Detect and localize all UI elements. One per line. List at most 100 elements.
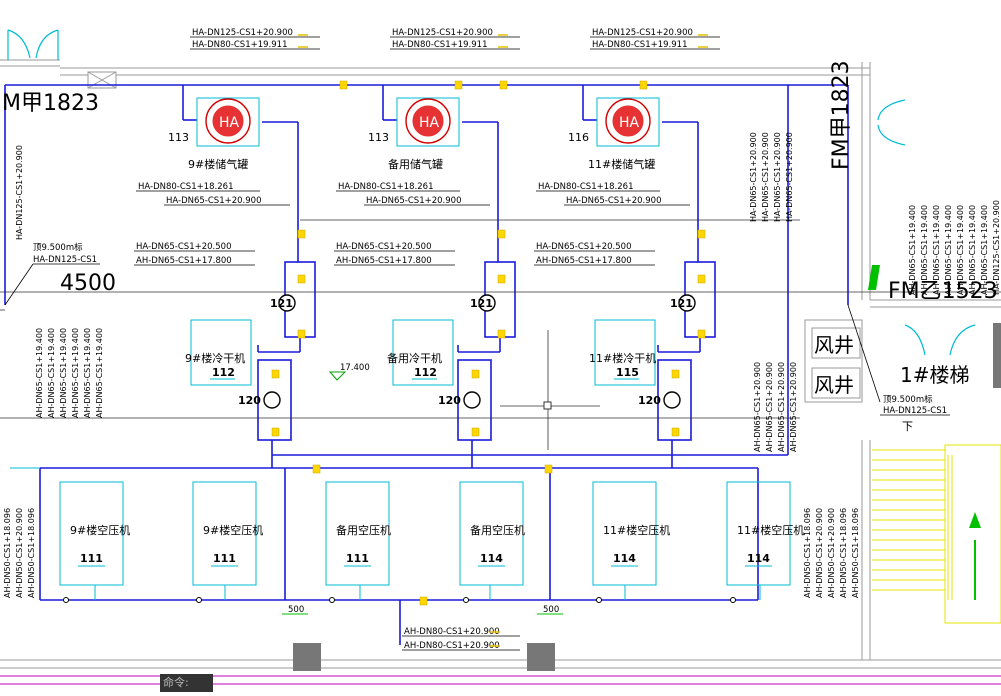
right-bottom-vertical-pipe-label: AH-DN50-CS1+20.900 — [827, 508, 836, 598]
stair-label: 1#楼梯 — [900, 363, 969, 387]
header-label-2: HA-DN80-CS1+19.911 — [392, 40, 487, 50]
pipe-fitting-icon — [419, 596, 428, 606]
pipe-fitting-icon — [271, 427, 280, 437]
dryer-group: 9#楼冷干机112备用冷干机11211#楼冷干机115 — [185, 319, 656, 386]
mid-vertical-pipe-label-low-wrap: AH-DN65-CS1+20.900 — [777, 362, 786, 452]
shaft-label-2: 风井 — [814, 373, 854, 397]
mid-vertical-pipe-label-top: HA-DN65-CS1+20.900 — [749, 132, 758, 222]
valve-icon — [196, 597, 202, 603]
pipe-fitting-icon — [671, 369, 680, 379]
header-label-2: HA-DN80-CS1+19.911 — [592, 40, 687, 50]
left-vertical-pipe-label: AH-DN65-CS1+19.400 — [71, 328, 80, 418]
valve-icon — [463, 597, 469, 603]
left-bottom-vertical-pipe-label-wrap: AH-DN50-CS1+18.096 — [3, 508, 12, 598]
compressor-code: 111 — [80, 552, 103, 565]
left-vertical-pipe-label-wrap: AH-DN65-CS1+19.400 — [83, 328, 92, 418]
stair-arrow-icon — [969, 512, 981, 528]
filter-code-2: 120 — [438, 394, 461, 407]
mid-vertical-pipe-label-low: AH-DN65-CS1+20.900 — [789, 362, 798, 452]
right-bottom-vertical-pipe-label: AH-DN50-CS1+18.096 — [851, 508, 860, 598]
tank-code: 116 — [568, 131, 589, 144]
right-bottom-vertical-pipe-label-wrap: AH-DN50-CS1+18.096 — [851, 508, 860, 598]
filter-code-2: 120 — [238, 394, 261, 407]
valve-icon — [730, 597, 736, 603]
tank-symbol: HA — [219, 115, 240, 131]
valve-icon — [329, 597, 335, 603]
filter-icon — [263, 391, 281, 409]
mid-vertical-pipe-label-low: AH-DN65-CS1+20.900 — [777, 362, 786, 452]
elevation-pipe-left: HA-DN125-CS1 — [33, 255, 97, 265]
dryer-name: 备用冷干机 — [387, 351, 442, 365]
piping-diagram: HA 113 9#楼储气罐 HA 113 备用储气罐 HA 116 11#楼储气罐 9#楼冷干机… — [0, 28, 1001, 685]
stair-steps — [872, 444, 1001, 624]
filter-code: 121 — [670, 297, 693, 310]
compressor-name: 11#楼空压机 — [737, 523, 804, 537]
left-vertical-pipe-label: AH-DN65-CS1+19.400 — [95, 328, 104, 418]
elevation-pipe-right: HA-DN125-CS1 — [883, 406, 947, 416]
command-line[interactable]: 命令: — [160, 674, 213, 692]
door-label-right2: FM乙1523 — [888, 279, 998, 304]
dryer-name: 9#楼冷干机 — [185, 351, 245, 365]
elevation-vertical-left: HA-DN125-CS1+20.900 — [15, 145, 24, 240]
pipe-fitting-icon — [697, 329, 706, 339]
tank-group: HA 113 9#楼储气罐 HA 113 备用储气罐 HA 116 11#楼储气罐 — [168, 97, 660, 171]
dryer-code: 112 — [212, 366, 235, 379]
mid-vertical-pipe-label-top: HA-DN65-CS1+20.900 — [785, 132, 794, 222]
svg-text:500: 500 — [543, 605, 559, 615]
right-bottom-vertical-pipe-label: AH-DN50-CS1+18.096 — [839, 508, 848, 598]
tank-name: 备用储气罐 — [388, 157, 443, 171]
right-bottom-vertical-pipe-label: AH-DN50-CS1+18.096 — [803, 508, 812, 598]
stair-down-label: 下 — [902, 420, 913, 433]
valve-icon — [596, 597, 602, 603]
pipe-fitting-icon — [297, 329, 306, 339]
tank-pipe-label-1: HA-DN80-CS1+18.261 — [338, 182, 433, 192]
pipe-fitting-icon — [671, 427, 680, 437]
compressor-name: 9#楼空压机 — [203, 523, 263, 537]
dryer-pipe-label-2: AH-DN65-CS1+17.800 — [336, 256, 432, 266]
svg-text:500: 500 — [288, 605, 304, 615]
left-bottom-vertical-pipe-label-wrap: AH-DN50-CS1+20.900 — [15, 508, 24, 598]
right-bottom-vertical-pipe-label-wrap: AH-DN50-CS1+18.096 — [839, 508, 848, 598]
mid-vertical-pipe-label-top: HA-DN65-CS1+20.900 — [773, 132, 782, 222]
mid-vertical-pipe-label-low-wrap: AH-DN65-CS1+20.900 — [789, 362, 798, 452]
mid-vertical-pipe-label-low-wrap: AH-DN65-CS1+20.900 — [753, 362, 762, 452]
pipe-fitting-icon — [471, 427, 480, 437]
cad-drawing-canvas[interactable]: HA 113 9#楼储气罐 HA 113 备用储气罐 HA 116 11#楼储气罐 9#楼冷干机… — [0, 0, 1001, 692]
bottom-pipe-label-1: AH-DN80-CS1+20.900 — [404, 627, 500, 637]
dimension-500-right: 500 — [537, 605, 563, 615]
compressor-name: 11#楼空压机 — [603, 523, 670, 537]
left-vertical-pipe-label-wrap: AH-DN65-CS1+19.400 — [95, 328, 104, 418]
dryer-pipe-label-2: AH-DN65-CS1+17.800 — [136, 256, 232, 266]
dryer-pipe-label-1: HA-DN65-CS1+20.500 — [336, 242, 431, 252]
pipe-fitting-icon — [499, 80, 508, 90]
mid-vertical-pipe-label-top-wrap: HA-DN65-CS1+20.900 — [773, 132, 782, 222]
mid-vertical-pipe-label-top-wrap: HA-DN65-CS1+20.900 — [761, 132, 770, 222]
filter-code-2: 120 — [638, 394, 661, 407]
pipe-fitting-icon — [271, 369, 280, 379]
dimension-500-left: 500 — [282, 605, 308, 615]
dryer-code: 115 — [616, 366, 639, 379]
tank-pipe-label-2: HA-DN65-CS1+20.900 — [366, 196, 461, 206]
mid-vertical-pipe-label-top-wrap: HA-DN65-CS1+20.900 — [749, 132, 758, 222]
ucs-marker — [543, 401, 552, 410]
compressor-code: 114 — [480, 552, 503, 565]
tank-pipe-label-2: HA-DN65-CS1+20.900 — [566, 196, 661, 206]
mid-vertical-pipe-label-low: AH-DN65-CS1+20.900 — [765, 362, 774, 452]
left-vertical-pipe-label-wrap: AH-DN65-CS1+19.400 — [71, 328, 80, 418]
dryer-pipe-label-1: HA-DN65-CS1+20.500 — [136, 242, 231, 252]
filter-code: 121 — [470, 297, 493, 310]
header-label-2: HA-DN80-CS1+19.911 — [192, 40, 287, 50]
pipe-fitting-icon — [297, 229, 306, 239]
compressor-code: 111 — [213, 552, 236, 565]
pipe-fitting-icon — [297, 274, 306, 284]
left-vertical-pipe-label: AH-DN65-CS1+19.400 — [35, 328, 44, 418]
shaft-label-1: 风井 — [814, 333, 854, 357]
compressor-code: 111 — [346, 552, 369, 565]
tank-pipe-label-1: HA-DN80-CS1+18.261 — [538, 182, 633, 192]
left-vertical-pipe-label: AH-DN65-CS1+19.400 — [83, 328, 92, 418]
valve-icon — [63, 597, 69, 603]
pipe-fitting-icon — [339, 80, 348, 90]
pipe-fitting-icon — [497, 229, 506, 239]
pipe-fitting-icon — [544, 464, 553, 474]
pipe-fitting-icon — [312, 464, 321, 474]
